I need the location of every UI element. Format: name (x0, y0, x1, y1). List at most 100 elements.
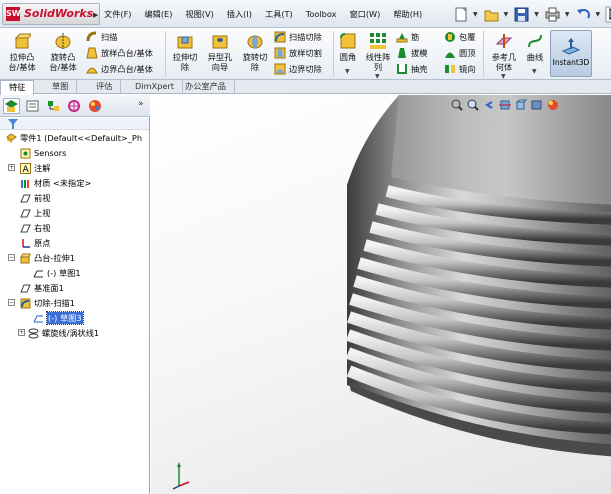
section-view-icon[interactable] (499, 99, 511, 111)
menu-edit[interactable]: 编辑(E) (144, 8, 172, 20)
property-manager-tab-icon[interactable] (24, 98, 41, 114)
select-icon[interactable] (605, 6, 611, 23)
tree-item-label: 右视 (34, 223, 51, 233)
save-dropdown-icon[interactable]: ▼ (534, 11, 539, 18)
extrude-icon (20, 253, 31, 264)
mirror-button[interactable]: 镜向 (444, 62, 475, 76)
tab-features[interactable]: 特征 (0, 80, 35, 95)
print-dropdown-icon[interactable]: ▼ (565, 11, 570, 18)
wrap-button[interactable]: 包覆 (444, 30, 475, 44)
undo-dropdown-icon[interactable]: ▼ (596, 11, 601, 18)
rib-button[interactable]: 筋 (396, 30, 419, 44)
shell-icon (396, 63, 408, 75)
sweep-button[interactable]: 扫描 (86, 30, 117, 44)
revolved-cut-button[interactable]: 旋转切 除 (238, 32, 272, 72)
solidworks-logo[interactable]: SW SolidWorks ▶ (2, 3, 100, 25)
tree-item-sketch3[interactable]: (-) 草图3 (33, 311, 84, 325)
zoom-to-area-icon[interactable] (467, 99, 479, 111)
tree-item-boss-extrude1[interactable]: − 凸台-拉伸1 (8, 251, 75, 265)
configuration-manager-tab-icon[interactable] (45, 98, 62, 114)
tree-item-annotations[interactable]: + A 注解 (8, 161, 50, 175)
tree-item-sensors[interactable]: Sensors (20, 146, 66, 160)
instant3d-label: Instant3D (552, 58, 590, 67)
tree-item-label: (-) 草图1 (47, 268, 81, 278)
curves-label: 曲线 (526, 52, 544, 62)
menu-toolbox[interactable]: Toolbox (306, 9, 337, 19)
draft-button[interactable]: 拔模 (396, 46, 427, 60)
open-icon[interactable] (483, 6, 500, 23)
curves-button[interactable]: 曲线 (523, 32, 547, 62)
menu-window[interactable]: 窗口(W) (349, 8, 380, 20)
lofted-boss-button[interactable]: 放样凸台/基体 (86, 46, 153, 60)
display-manager-tab-icon[interactable] (87, 98, 104, 114)
reference-geometry-dropdown-icon[interactable]: ▼ (501, 73, 506, 80)
open-dropdown-icon[interactable]: ▼ (504, 11, 509, 18)
filter-bar[interactable] (0, 118, 149, 130)
curves-dropdown-icon[interactable]: ▼ (532, 68, 537, 75)
linear-pattern-button[interactable]: 线性阵 列 (363, 32, 393, 72)
save-icon[interactable] (513, 6, 530, 23)
menu-tools[interactable]: 工具(T) (265, 8, 293, 20)
dome-button[interactable]: 圆顶 (444, 46, 475, 60)
collapse-icon[interactable]: − (8, 299, 15, 306)
appearance-icon[interactable] (547, 99, 559, 111)
tree-item-cut-sweep1[interactable]: − 切除-扫描1 (8, 296, 75, 310)
tab-evaluate[interactable]: 评估 (88, 80, 122, 94)
revolved-boss-button[interactable]: 旋转凸 台/基体 (44, 32, 82, 72)
graphics-viewport[interactable] (151, 95, 611, 494)
new-icon[interactable] (452, 6, 469, 23)
tree-item-label: 注解 (34, 163, 51, 173)
more-tabs-icon[interactable]: » (138, 99, 144, 109)
undo-icon[interactable] (575, 6, 592, 23)
tree-item-label: 上视 (34, 208, 51, 218)
tree-item-helix1[interactable]: + 螺旋线/涡状线1 (18, 326, 99, 340)
menu-view[interactable]: 视图(V) (185, 8, 213, 20)
reference-geometry-button[interactable]: 参考几 何体 (487, 32, 521, 72)
annotations-icon: A (20, 162, 31, 175)
hole-wizard-button[interactable]: 异型孔 向导 (203, 32, 237, 72)
collapse-icon[interactable]: − (8, 254, 15, 261)
quick-access-toolbar: ▼ ▼ ▼ ▼ ▼ ▼ (452, 4, 611, 24)
display-style-icon[interactable] (531, 99, 543, 111)
feature-manager-tab-icon[interactable] (3, 98, 20, 114)
boundary-boss-button[interactable]: 边界凸台/基体 (86, 62, 153, 76)
boundary-cut-button[interactable]: 边界切除 (274, 62, 322, 76)
threaded-part-model (345, 95, 611, 457)
tree-part-root[interactable]: 零件1 (Default<<Default>_Ph (6, 131, 142, 145)
zoom-to-fit-icon[interactable] (451, 99, 463, 111)
tab-dimxpert[interactable]: DimXpert (127, 80, 183, 94)
lofted-cut-button[interactable]: 放样切割 (274, 46, 322, 60)
ribbon-separator (165, 31, 166, 77)
extruded-cut-button[interactable]: 拉伸切 除 (168, 32, 202, 72)
extruded-boss-button[interactable]: 拉伸凸 台/基体 (4, 32, 40, 72)
menu-file[interactable]: 文件(F) (104, 8, 131, 20)
tree-item-material[interactable]: 材质 <未指定> (8, 176, 91, 190)
expand-icon[interactable]: + (8, 164, 15, 171)
instant3d-button[interactable]: Instant3D (550, 30, 592, 77)
tree-item-front-plane[interactable]: 前视 (20, 191, 50, 205)
draft-label: 拔模 (411, 48, 428, 58)
tree-item-top-plane[interactable]: 上视 (20, 206, 50, 220)
print-icon[interactable] (544, 6, 561, 23)
filter-icon[interactable] (8, 119, 18, 129)
shell-button[interactable]: 抽壳 (396, 62, 427, 76)
menu-help[interactable]: 帮助(H) (393, 8, 422, 20)
tree-item-plane1[interactable]: 基准面1 (20, 281, 64, 295)
dimxpert-manager-tab-icon[interactable] (66, 98, 83, 114)
view-orientation-icon[interactable] (515, 99, 528, 111)
tree-item-sketch1[interactable]: (-) 草图1 (33, 266, 81, 280)
tree-item-label: 切除-扫描1 (34, 298, 75, 308)
previous-view-icon[interactable] (483, 99, 495, 111)
panel-tabs: » (0, 95, 150, 117)
expand-icon[interactable]: + (18, 329, 25, 336)
tab-office-products[interactable]: 办公室产品 (177, 80, 235, 94)
swept-cut-button[interactable]: 扫描切除 (274, 30, 322, 44)
fillet-dropdown-icon[interactable]: ▼ (345, 68, 350, 75)
menu-insert[interactable]: 插入(I) (227, 8, 252, 20)
new-dropdown-icon[interactable]: ▼ (473, 11, 478, 18)
tab-sketch[interactable]: 草图 (44, 80, 78, 94)
tree-item-right-plane[interactable]: 右视 (20, 221, 50, 235)
fillet-button[interactable]: 圆角 (336, 32, 360, 62)
tree-item-origin[interactable]: 原点 (20, 236, 50, 250)
linear-pattern-dropdown-icon[interactable]: ▼ (375, 73, 380, 80)
